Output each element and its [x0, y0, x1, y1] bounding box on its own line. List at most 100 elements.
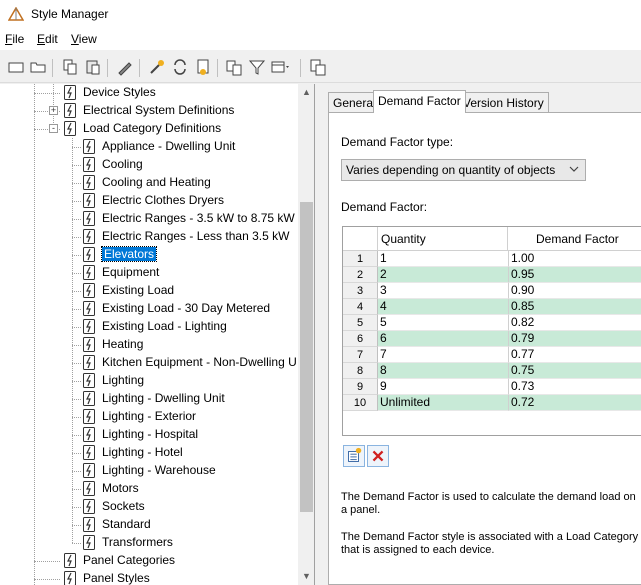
filter-icon[interactable]	[247, 57, 267, 77]
tree-item[interactable]: + Electrical System Definitions	[0, 102, 298, 120]
toggle-view-icon[interactable]	[224, 57, 244, 77]
tree-item[interactable]: Electric Ranges - Less than 3.5 kW	[0, 228, 298, 246]
column-header-demand-factor[interactable]: Demand Factor	[508, 227, 641, 251]
tree-item[interactable]: Electric Ranges - 3.5 kW to 8.75 kW	[0, 210, 298, 228]
table-row[interactable]: 3 3 0.90	[343, 283, 641, 299]
tree-item[interactable]: Appliance - Dwelling Unit	[0, 138, 298, 156]
row-number: 3	[343, 283, 378, 299]
load-category-icon	[83, 409, 95, 424]
edit-style-icon[interactable]	[115, 57, 135, 77]
table-row[interactable]: 6 6 0.79	[343, 331, 641, 347]
tree-item[interactable]: Standard	[0, 516, 298, 534]
update-standards-icon[interactable]	[193, 57, 213, 77]
tree-item[interactable]: Sockets	[0, 498, 298, 516]
table-row[interactable]: 9 9 0.73	[343, 379, 641, 395]
demand-factor-type-label: Demand Factor type:	[341, 135, 454, 149]
quantity-cell[interactable]: 9	[378, 379, 508, 395]
tree-item[interactable]: Equipment	[0, 264, 298, 282]
tab-demand-factor[interactable]: Demand Factor	[373, 90, 466, 113]
row-number: 5	[343, 315, 378, 331]
tree-item[interactable]: Kitchen Equipment - Non-Dwelling U	[0, 354, 298, 372]
tree-item[interactable]: Lighting - Warehouse	[0, 462, 298, 480]
demand-factor-type-select[interactable]: Varies depending on quantity of objects	[341, 159, 586, 181]
tree-item[interactable]: Panel Styles	[0, 570, 298, 585]
demand-factor-cell[interactable]: 0.72	[508, 395, 641, 411]
delete-row-icon[interactable]	[367, 445, 389, 467]
demand-factor-cell[interactable]: 0.82	[508, 315, 641, 331]
table-row[interactable]: 2 2 0.95	[343, 267, 641, 283]
tree-item[interactable]: Panel Categories	[0, 552, 298, 570]
purge-icon[interactable]	[147, 57, 167, 77]
synchronize-icon[interactable]	[170, 57, 190, 77]
open-drawing-icon[interactable]	[28, 57, 48, 77]
tree-item[interactable]: Electric Clothes Dryers	[0, 192, 298, 210]
menu-file[interactable]: File	[5, 32, 24, 46]
tree-item[interactable]: Elevators	[0, 246, 298, 264]
quantity-cell[interactable]: 4	[378, 299, 508, 315]
description-2: The Demand Factor style is associated wi…	[341, 531, 639, 556]
description-1: The Demand Factor is used to calculate t…	[341, 491, 636, 516]
quantity-cell[interactable]: Unlimited	[378, 395, 508, 411]
tree-item[interactable]: Lighting	[0, 372, 298, 390]
column-header-quantity[interactable]: Quantity	[378, 227, 508, 251]
tree-item[interactable]: Cooling	[0, 156, 298, 174]
quantity-cell[interactable]: 2	[378, 267, 508, 283]
demand-factor-cell[interactable]: 0.90	[508, 283, 641, 299]
tree-guide-line	[34, 579, 60, 580]
table-row[interactable]: 1 1 1.00	[343, 251, 641, 267]
scroll-up-button[interactable]: ▲	[298, 84, 314, 101]
tree-expander[interactable]: -	[49, 124, 58, 133]
tab-version-history[interactable]: Version History	[458, 92, 549, 112]
load-category-icon	[83, 193, 95, 208]
demand-factor-grid[interactable]: Quantity Demand Factor 1 1 1.00 2 2 0.95 3 3 0.9…	[342, 226, 641, 436]
demand-factor-cell[interactable]: 0.75	[508, 363, 641, 379]
demand-factor-cell[interactable]: 0.95	[508, 267, 641, 283]
quantity-cell[interactable]: 5	[378, 315, 508, 331]
tree-expander[interactable]: +	[49, 106, 58, 115]
tree-item[interactable]: Existing Load - Lighting	[0, 318, 298, 336]
tree-item[interactable]: Transformers	[0, 534, 298, 552]
menu-edit[interactable]: Edit	[37, 32, 58, 46]
paste-icon[interactable]	[83, 57, 103, 77]
quantity-cell[interactable]: 3	[378, 283, 508, 299]
table-row[interactable]: 10 Unlimited 0.72	[343, 395, 641, 411]
quantity-cell[interactable]: 1	[378, 251, 508, 267]
demand-factor-cell[interactable]: 0.85	[508, 299, 641, 315]
tree-item[interactable]: Heating	[0, 336, 298, 354]
table-row[interactable]: 7 7 0.77	[343, 347, 641, 363]
tree-item-label: Lighting - Dwelling Unit	[102, 391, 225, 405]
style-tree[interactable]: Device Styles + Electrical System Definiti…	[0, 84, 315, 585]
tree-item[interactable]: Device Styles	[0, 84, 298, 102]
tree-item[interactable]: Lighting - Exterior	[0, 408, 298, 426]
scroll-thumb[interactable]	[300, 202, 313, 512]
tree-item[interactable]: Motors	[0, 480, 298, 498]
scroll-down-button[interactable]: ▼	[298, 568, 314, 585]
quantity-cell[interactable]: 6	[378, 331, 508, 347]
tree-item[interactable]: Cooling and Heating	[0, 174, 298, 192]
demand-factor-cell[interactable]: 1.00	[508, 251, 641, 267]
new-style-icon[interactable]	[6, 57, 26, 77]
tree-item[interactable]: Existing Load	[0, 282, 298, 300]
table-row[interactable]: 4 4 0.85	[343, 299, 641, 315]
quantity-cell[interactable]: 7	[378, 347, 508, 363]
tree-item-label: Appliance - Dwelling Unit	[102, 139, 236, 153]
menu-view[interactable]: View	[71, 32, 97, 46]
tree-item[interactable]: Lighting - Hotel	[0, 444, 298, 462]
tree-scrollbar[interactable]: ▲ ▼	[298, 84, 314, 585]
tree-item[interactable]: Existing Load - 30 Day Metered	[0, 300, 298, 318]
inline-edit-icon[interactable]	[308, 57, 328, 77]
tree-item[interactable]: Lighting - Dwelling Unit	[0, 390, 298, 408]
tree-item[interactable]: - Load Category Definitions	[0, 120, 298, 138]
demand-factor-cell[interactable]: 0.79	[508, 331, 641, 347]
demand-factor-cell[interactable]: 0.73	[508, 379, 641, 395]
load-category-icon	[83, 391, 95, 406]
table-row[interactable]: 8 8 0.75	[343, 363, 641, 379]
table-row[interactable]: 5 5 0.82	[343, 315, 641, 331]
view-options-icon[interactable]	[270, 57, 290, 77]
quantity-cell[interactable]: 8	[378, 363, 508, 379]
tree-item[interactable]: Lighting - Hospital	[0, 426, 298, 444]
demand-factor-cell[interactable]: 0.77	[508, 347, 641, 363]
add-row-icon[interactable]	[343, 445, 365, 467]
tree-guide-line	[72, 165, 81, 166]
copy-icon[interactable]	[60, 57, 80, 77]
